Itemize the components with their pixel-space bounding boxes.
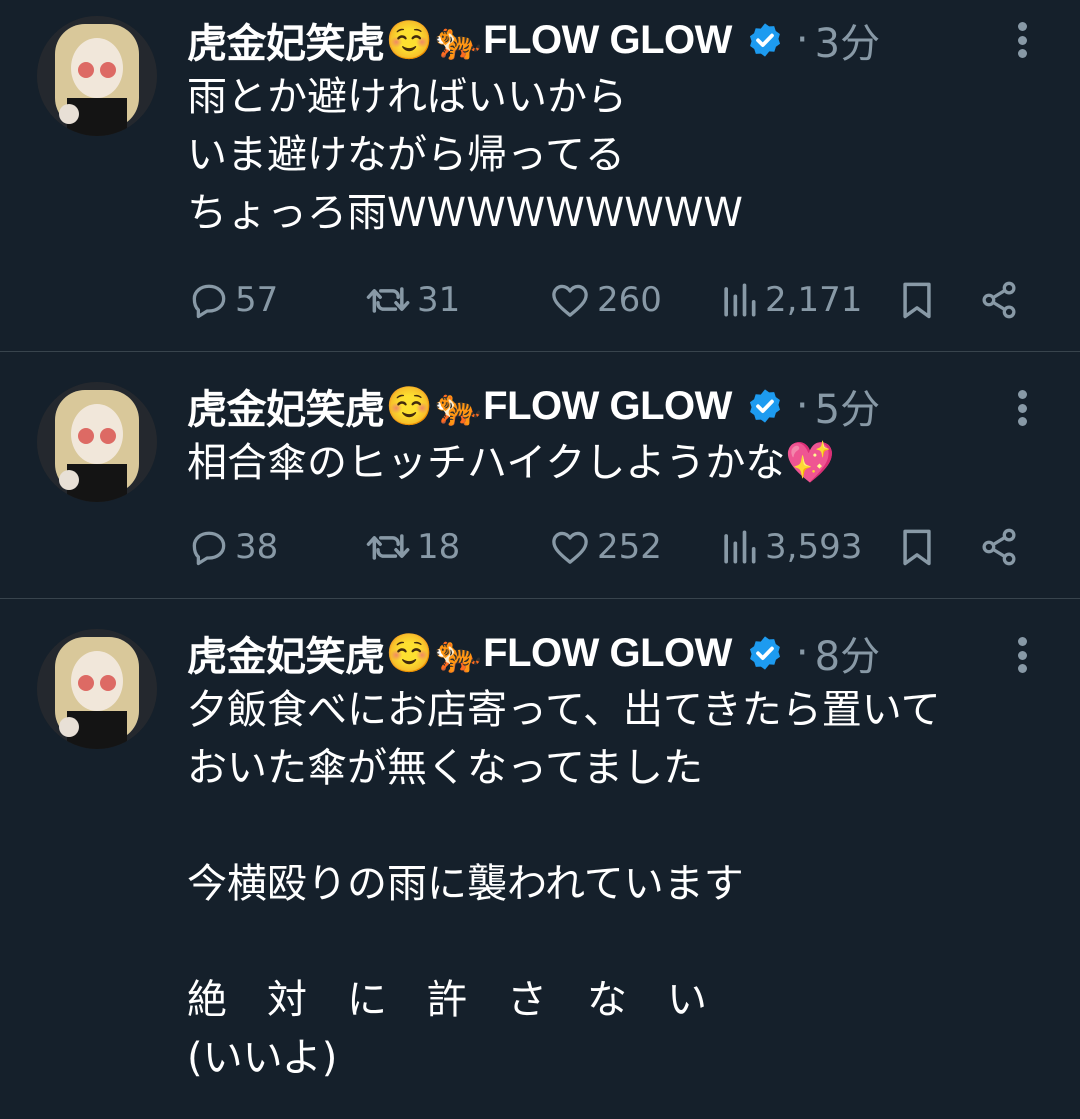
tweet-header: 虎金妃笑虎 ☺️ 🐅 FLOW GLOW · 8分 <box>187 623 880 683</box>
like-button[interactable]: 260 <box>547 275 662 325</box>
reply-button[interactable]: 38 <box>187 522 278 572</box>
timestamp[interactable]: 5分 <box>815 377 880 435</box>
reply-icon <box>192 284 226 319</box>
display-name[interactable]: 虎金妃笑虎 <box>187 377 385 435</box>
retweet-icon <box>366 287 410 313</box>
action-bar: 38 18 252 3,593 <box>187 522 1037 572</box>
tweet-text: 雨とか避ければいいから いま避けながら帰ってる ちょっろ雨WWWWWWWWW <box>187 74 743 236</box>
tweet[interactable]: 虎金妃笑虎 ☺️ 🐅 FLOW GLOW · 3分 雨とか避ければいいから いま… <box>0 0 1080 352</box>
avatar[interactable] <box>37 16 157 136</box>
display-name[interactable]: 虎金妃笑虎 <box>187 11 385 69</box>
tiger-emoji: 🐅 <box>434 17 483 62</box>
verified-badge-icon <box>746 21 784 59</box>
heart-icon <box>552 284 588 317</box>
avatar[interactable] <box>37 382 157 502</box>
more-vertical-icon[interactable] <box>1012 22 1032 58</box>
retweet-count: 18 <box>417 527 461 567</box>
bookmark-button[interactable] <box>895 275 939 325</box>
views-icon <box>724 283 756 317</box>
timestamp[interactable]: 3分 <box>815 11 880 69</box>
timeline: 虎金妃笑虎 ☺️ 🐅 FLOW GLOW · 3分 雨とか避ければいいから いま… <box>0 0 1080 1119</box>
tiger-emoji: 🐅 <box>434 630 483 675</box>
display-name-suffix[interactable]: FLOW GLOW <box>483 384 732 429</box>
share-button[interactable] <box>977 522 1021 572</box>
like-button[interactable]: 252 <box>547 522 662 572</box>
like-count: 260 <box>597 280 662 320</box>
views-count: 2,171 <box>765 280 863 320</box>
views-button[interactable]: 2,171 <box>717 275 862 325</box>
separator-dot: · <box>795 17 809 63</box>
retweet-button[interactable]: 18 <box>365 522 460 572</box>
retweet-count: 31 <box>417 280 461 320</box>
verified-badge-icon <box>746 634 784 672</box>
tweet-text: 相合傘のヒッチハイクしようかな💖 <box>187 440 836 486</box>
retweet-icon <box>366 534 410 560</box>
reply-count: 57 <box>235 280 279 320</box>
retweet-button[interactable]: 31 <box>365 275 460 325</box>
bookmark-icon <box>903 282 931 319</box>
reply-button[interactable]: 57 <box>187 275 278 325</box>
verified-badge-icon <box>746 387 784 425</box>
timestamp[interactable]: 8分 <box>815 624 880 682</box>
share-button[interactable] <box>977 275 1021 325</box>
reply-icon <box>192 531 226 566</box>
more-vertical-icon[interactable] <box>1012 637 1032 673</box>
display-name[interactable]: 虎金妃笑虎 <box>187 624 385 682</box>
smiling-face-emoji: ☺️ <box>385 17 433 62</box>
tiger-emoji: 🐅 <box>434 383 483 428</box>
smiling-face-emoji: ☺️ <box>385 383 433 428</box>
separator-dot: · <box>795 630 809 676</box>
tweet[interactable]: 虎金妃笑虎 ☺️ 🐅 FLOW GLOW · 5分 相合傘のヒッチハイクしようか… <box>0 352 1080 599</box>
bookmark-button[interactable] <box>895 522 939 572</box>
separator-dot: · <box>795 383 809 429</box>
smiling-face-emoji: ☺️ <box>385 630 433 675</box>
display-name-suffix[interactable]: FLOW GLOW <box>483 18 732 63</box>
views-count: 3,593 <box>765 527 863 567</box>
reply-count: 38 <box>235 527 279 567</box>
tweet[interactable]: 虎金妃笑虎 ☺️ 🐅 FLOW GLOW · 8分 夕飯食べにお店寄って、出てき… <box>0 599 1080 1119</box>
views-icon <box>724 530 756 564</box>
share-icon <box>982 528 1016 566</box>
views-button[interactable]: 3,593 <box>717 522 862 572</box>
heart-icon <box>552 531 588 564</box>
tweet-header: 虎金妃笑虎 ☺️ 🐅 FLOW GLOW · 3分 <box>187 10 880 70</box>
avatar[interactable] <box>37 629 157 749</box>
bookmark-icon <box>903 529 931 566</box>
tweet-text: 夕飯食べにお店寄って、出てきたら置いて おいた傘が無くなってました 今横殴りの雨… <box>187 687 941 1081</box>
like-count: 252 <box>597 527 662 567</box>
share-icon <box>982 281 1016 319</box>
action-bar: 57 31 260 2,171 <box>187 275 1037 325</box>
tweet-header: 虎金妃笑虎 ☺️ 🐅 FLOW GLOW · 5分 <box>187 376 880 436</box>
display-name-suffix[interactable]: FLOW GLOW <box>483 631 732 676</box>
more-vertical-icon[interactable] <box>1012 390 1032 426</box>
